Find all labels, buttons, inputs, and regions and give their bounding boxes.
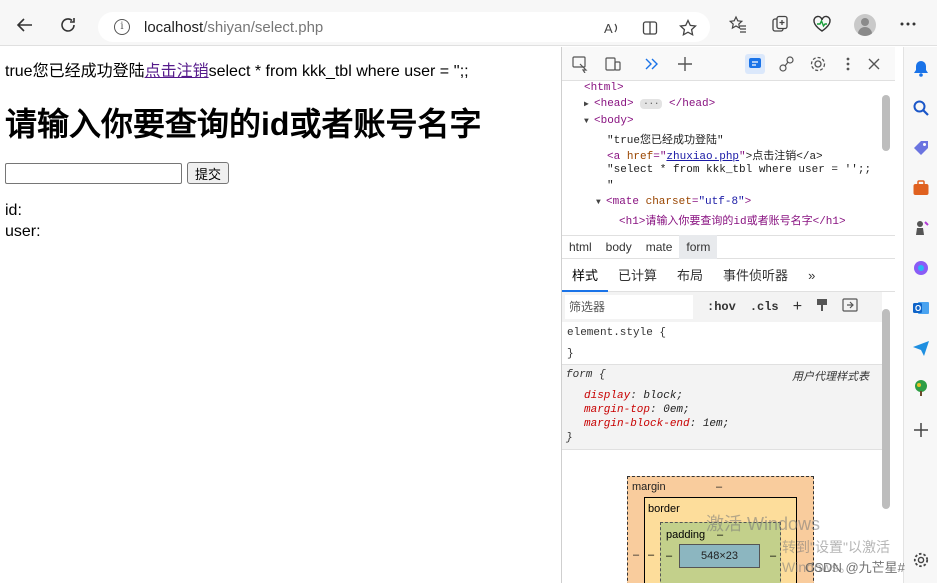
query-input[interactable] [5, 163, 182, 184]
submit-button[interactable]: 提交 [187, 162, 229, 184]
border-left-value: – [648, 549, 655, 561]
dom-a-node[interactable]: <a href="zhuxiao.php">点击注销</a> [607, 147, 823, 163]
connections-icon[interactable] [777, 54, 797, 74]
form-selector: form { [566, 369, 606, 381]
read-aloud-icon[interactable]: A [602, 18, 622, 38]
device-emulation-icon[interactable] [603, 54, 623, 74]
dom-mate-node[interactable]: ▼ <mate charset="utf-8"> [596, 196, 751, 208]
new-rule-icon[interactable]: + [793, 298, 803, 316]
url-text[interactable]: localhost/shiyan/select.php [144, 19, 323, 36]
breadcrumb-form[interactable]: form [679, 235, 718, 259]
reader-view-icon[interactable] [640, 18, 660, 38]
styles-tab-bar: 样式 已计算 布局 事件侦听器 » [562, 259, 895, 292]
dom-head-node[interactable]: ▶ <head> ··· </head> [584, 98, 715, 110]
prop-display: display: block; [584, 390, 684, 402]
devtools-menu-icon[interactable] [838, 54, 858, 74]
tab-styles[interactable]: 样式 [562, 259, 609, 292]
svg-text:A: A [604, 21, 613, 36]
tab-layout[interactable]: 布局 [667, 259, 713, 292]
dom-html-node[interactable]: <html> [584, 82, 624, 94]
add-tab-icon[interactable] [675, 54, 695, 74]
close-devtools-icon[interactable] [864, 54, 884, 74]
prop-margin-top: margin-top: 0em; [584, 404, 690, 416]
svg-text:O: O [915, 304, 921, 313]
console-issues-icon[interactable] [745, 54, 765, 74]
margin-label: margin [632, 481, 666, 493]
devtools-toolbar [562, 47, 895, 81]
browser-toolbar: i localhost/shiyan/select.php A [0, 0, 937, 46]
favorites-icon[interactable] [728, 14, 748, 34]
games-chess-icon[interactable] [912, 219, 930, 237]
dom-text-node-2[interactable]: "select * from kkk_tbl where user = '';; [607, 164, 871, 176]
login-status-text: true您已经成功登陆 [5, 63, 145, 80]
dom-text-node-2-end[interactable]: " [607, 180, 614, 192]
collections-icon[interactable] [770, 14, 790, 34]
result-line: true您已经成功登陆点击注销select * from kkk_tbl whe… [5, 57, 469, 81]
page-content: true您已经成功登陆点击注销select * from kkk_tbl whe… [0, 47, 561, 583]
inspect-element-icon[interactable] [570, 54, 590, 74]
tab-computed[interactable]: 已计算 [608, 259, 667, 292]
breadcrumb-html[interactable]: html [562, 235, 599, 259]
toggle-sidebar-icon[interactable] [842, 298, 858, 316]
notification-bell-icon[interactable] [912, 59, 930, 77]
rule-close: } [566, 432, 573, 444]
dom-body-node[interactable]: ▼ <body> [584, 115, 634, 127]
logout-link[interactable]: 点击注销 [145, 63, 209, 80]
form-ua-rule[interactable]: form { 用户代理样式表 display: block; margin-to… [562, 365, 882, 450]
favorite-star-icon[interactable] [678, 18, 698, 38]
more-menu-icon[interactable] [898, 14, 918, 34]
back-icon[interactable] [14, 14, 36, 36]
devtools-panel: <html> ▶ <head> ··· </head> ▼ <body> "true… [561, 47, 895, 583]
dom-scrollbar[interactable] [882, 95, 890, 151]
dom-text-node-1[interactable]: "true您已经成功登陆" [607, 131, 724, 147]
more-tools-icon[interactable] [642, 54, 662, 74]
activate-windows-watermark: 激活 Windows [706, 514, 821, 534]
edge-sidebar: O [903, 47, 937, 583]
browser-essentials-icon[interactable] [812, 14, 832, 34]
paint-icon[interactable] [816, 298, 828, 316]
box-content-size[interactable]: 548×23 [679, 544, 760, 568]
hov-toggle[interactable]: :hov [707, 300, 736, 314]
sql-query-text: select * from kkk_tbl where user = '';; [208, 63, 469, 80]
padding-label: padding [666, 529, 706, 541]
id-label: id: [5, 202, 22, 219]
search-icon[interactable] [912, 99, 930, 117]
styles-filter-bar: 筛选器 :hov .cls + [562, 292, 882, 322]
profile-avatar[interactable] [854, 14, 876, 36]
breadcrumb: html body mate form [562, 235, 895, 259]
refresh-icon[interactable] [57, 14, 79, 36]
user-agent-label: 用户代理样式表 [792, 371, 869, 383]
user-label: user: [5, 223, 41, 240]
styles-filter-input[interactable]: 筛选器 [565, 295, 693, 319]
page-heading: 请输入你要查询的id或者账号名字 [5, 106, 482, 142]
site-info-icon[interactable]: i [114, 19, 130, 35]
breadcrumb-mate[interactable]: mate [639, 235, 680, 259]
breadcrumb-body[interactable]: body [599, 235, 639, 259]
collapsed-dots[interactable]: ··· [640, 99, 663, 109]
address-bar[interactable]: i localhost/shiyan/select.php A [98, 12, 710, 42]
send-paper-plane-icon[interactable] [912, 339, 930, 357]
settings-gear-icon[interactable] [808, 54, 828, 74]
csdn-watermark: CSDN @九芒星# [805, 560, 905, 575]
shopping-tag-icon[interactable] [912, 139, 930, 157]
border-label: border [648, 503, 680, 515]
tree-icon[interactable] [912, 379, 930, 397]
element-style-rule[interactable]: element.style { } [562, 322, 882, 365]
tools-briefcase-icon[interactable] [912, 179, 930, 197]
dom-h1-node[interactable]: <h1>请输入你要查询的id或者账号名字</h1> [619, 212, 846, 228]
outlook-icon[interactable]: O [912, 299, 930, 317]
add-sidebar-app-icon[interactable] [912, 421, 930, 439]
padding-right-value: – [770, 550, 777, 562]
more-tabs-icon[interactable]: » [798, 259, 825, 292]
margin-top-value: – [716, 481, 723, 493]
margin-left-value: – [633, 549, 640, 561]
cls-toggle[interactable]: .cls [750, 300, 779, 314]
tab-event-listeners[interactable]: 事件侦听器 [713, 259, 798, 292]
rule-close: } [567, 348, 574, 360]
element-style-selector: element.style { [567, 327, 667, 339]
padding-left-value: – [666, 550, 673, 562]
prop-margin-block-end: margin-block-end: 1em; [584, 418, 730, 430]
styles-scrollbar[interactable] [882, 309, 890, 509]
copilot-icon[interactable] [912, 259, 930, 277]
